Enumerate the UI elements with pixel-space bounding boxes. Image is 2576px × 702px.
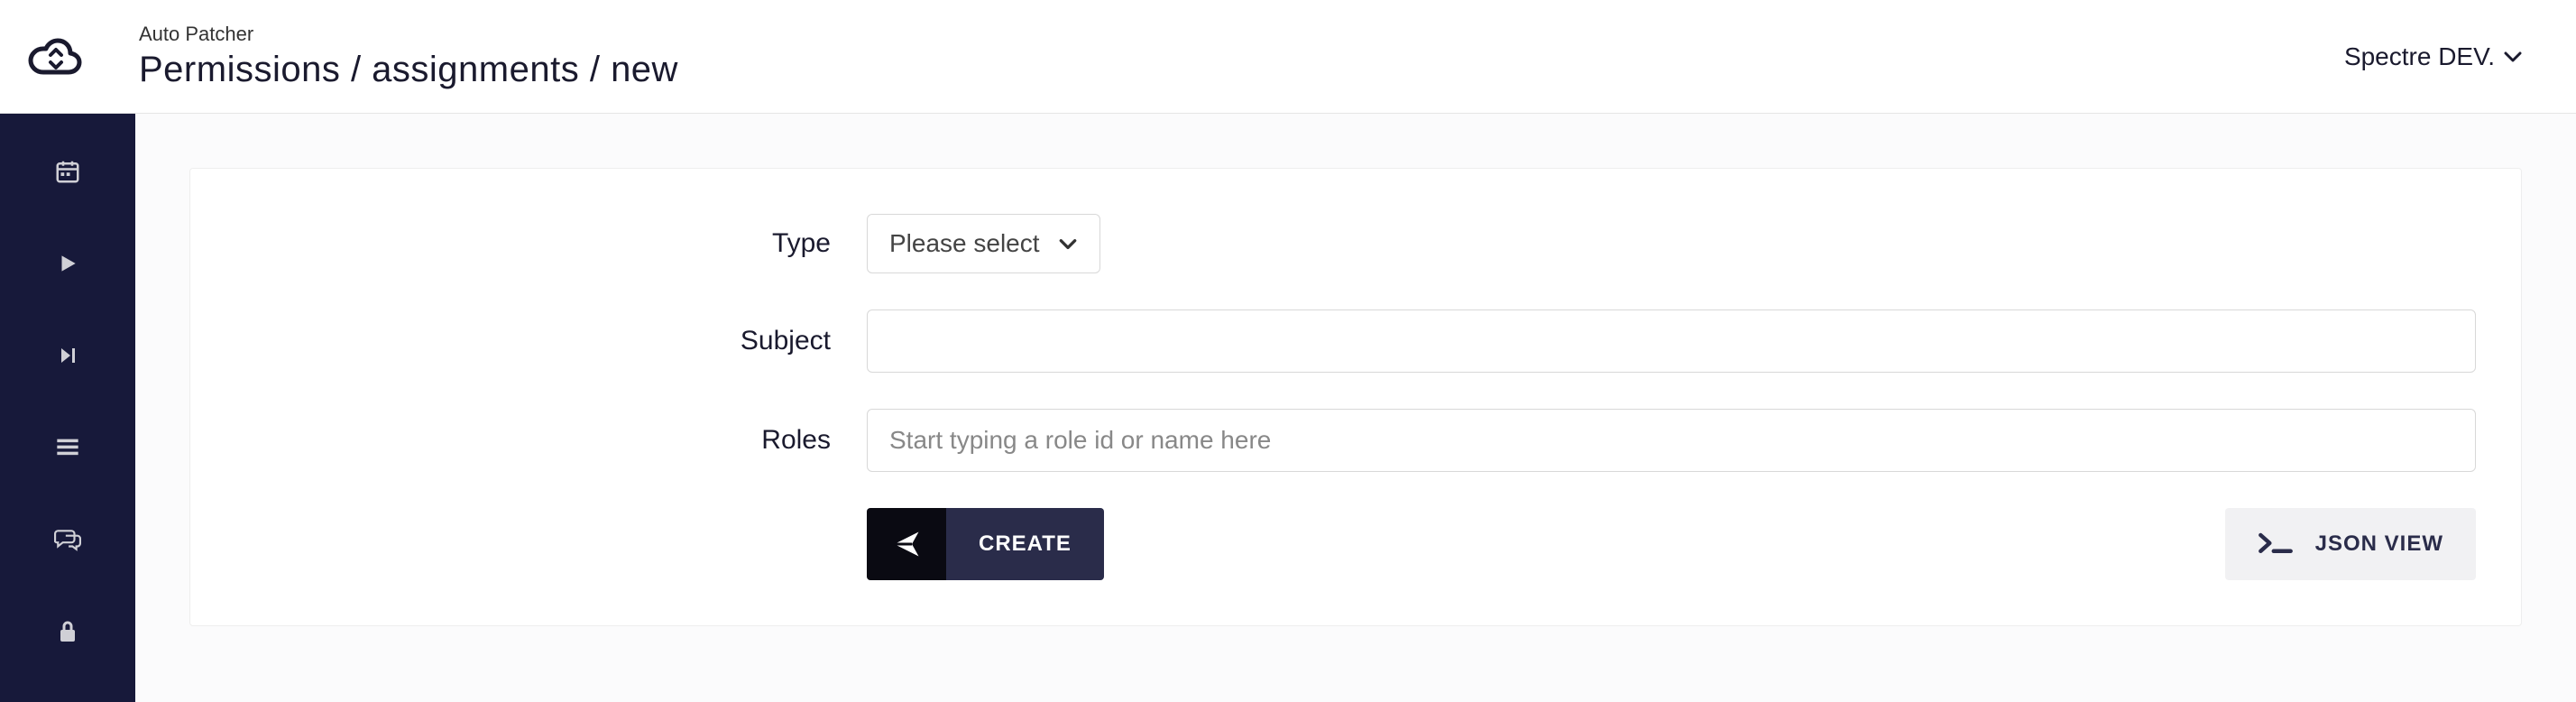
sidebar-item-lock[interactable] xyxy=(46,610,89,653)
send-icon xyxy=(888,528,925,560)
play-icon xyxy=(56,252,79,275)
form-row-type: Type Please select xyxy=(235,214,2476,273)
main-area: Type Please select Subject Roles xyxy=(135,114,2576,702)
json-view-button[interactable]: JSON VIEW xyxy=(2225,508,2476,580)
calendar-icon xyxy=(54,158,81,185)
roles-control-wrap xyxy=(867,409,2476,472)
org-name: Spectre DEV. xyxy=(2344,42,2495,71)
sidebar-item-play[interactable] xyxy=(46,242,89,285)
app-logo[interactable] xyxy=(27,28,85,86)
subject-input[interactable] xyxy=(867,309,2476,373)
org-switcher[interactable]: Spectre DEV. xyxy=(2344,42,2522,71)
form-row-subject: Subject xyxy=(235,309,2476,373)
header-left: Auto Patcher Permissions / assignments /… xyxy=(27,23,678,90)
chevron-down-icon xyxy=(1058,236,1078,251)
chevron-down-icon xyxy=(2504,51,2522,63)
roles-label: Roles xyxy=(235,425,867,456)
sidebar-item-list[interactable] xyxy=(46,426,89,469)
subject-label: Subject xyxy=(235,326,867,356)
cloud-sync-icon xyxy=(27,35,85,79)
header-text: Auto Patcher Permissions / assignments /… xyxy=(139,23,678,90)
subject-control-wrap xyxy=(867,309,2476,373)
sidebar-item-chat[interactable] xyxy=(46,518,89,561)
type-control-wrap: Please select xyxy=(867,214,2476,273)
app-name: Auto Patcher xyxy=(139,23,678,46)
type-select[interactable]: Please select xyxy=(867,214,1100,273)
send-icon-wrap xyxy=(867,508,946,580)
sidebar-item-calendar[interactable] xyxy=(46,150,89,193)
terminal-icon xyxy=(2258,531,2294,557)
create-button-label: CREATE xyxy=(946,508,1104,580)
step-forward-icon xyxy=(57,344,78,367)
chat-icon xyxy=(54,527,81,552)
list-icon xyxy=(55,437,80,458)
type-label: Type xyxy=(235,228,867,259)
form-row-roles: Roles xyxy=(235,409,2476,472)
breadcrumb[interactable]: Permissions / assignments / new xyxy=(139,50,678,90)
type-select-text: Please select xyxy=(889,229,1040,258)
roles-input[interactable] xyxy=(867,409,2476,472)
sidebar-item-step-forward[interactable] xyxy=(46,334,89,377)
lock-icon xyxy=(57,619,78,644)
header: Auto Patcher Permissions / assignments /… xyxy=(0,0,2576,114)
form-card: Type Please select Subject Roles xyxy=(189,168,2522,626)
button-row-inner: CREATE JSON VIEW xyxy=(867,508,2476,580)
create-button[interactable]: CREATE xyxy=(867,508,1104,580)
content-wrap: Type Please select Subject Roles xyxy=(0,114,2576,702)
json-view-button-label: JSON VIEW xyxy=(2315,531,2443,557)
sidebar xyxy=(0,114,135,702)
button-row: CREATE JSON VIEW xyxy=(235,508,2476,580)
